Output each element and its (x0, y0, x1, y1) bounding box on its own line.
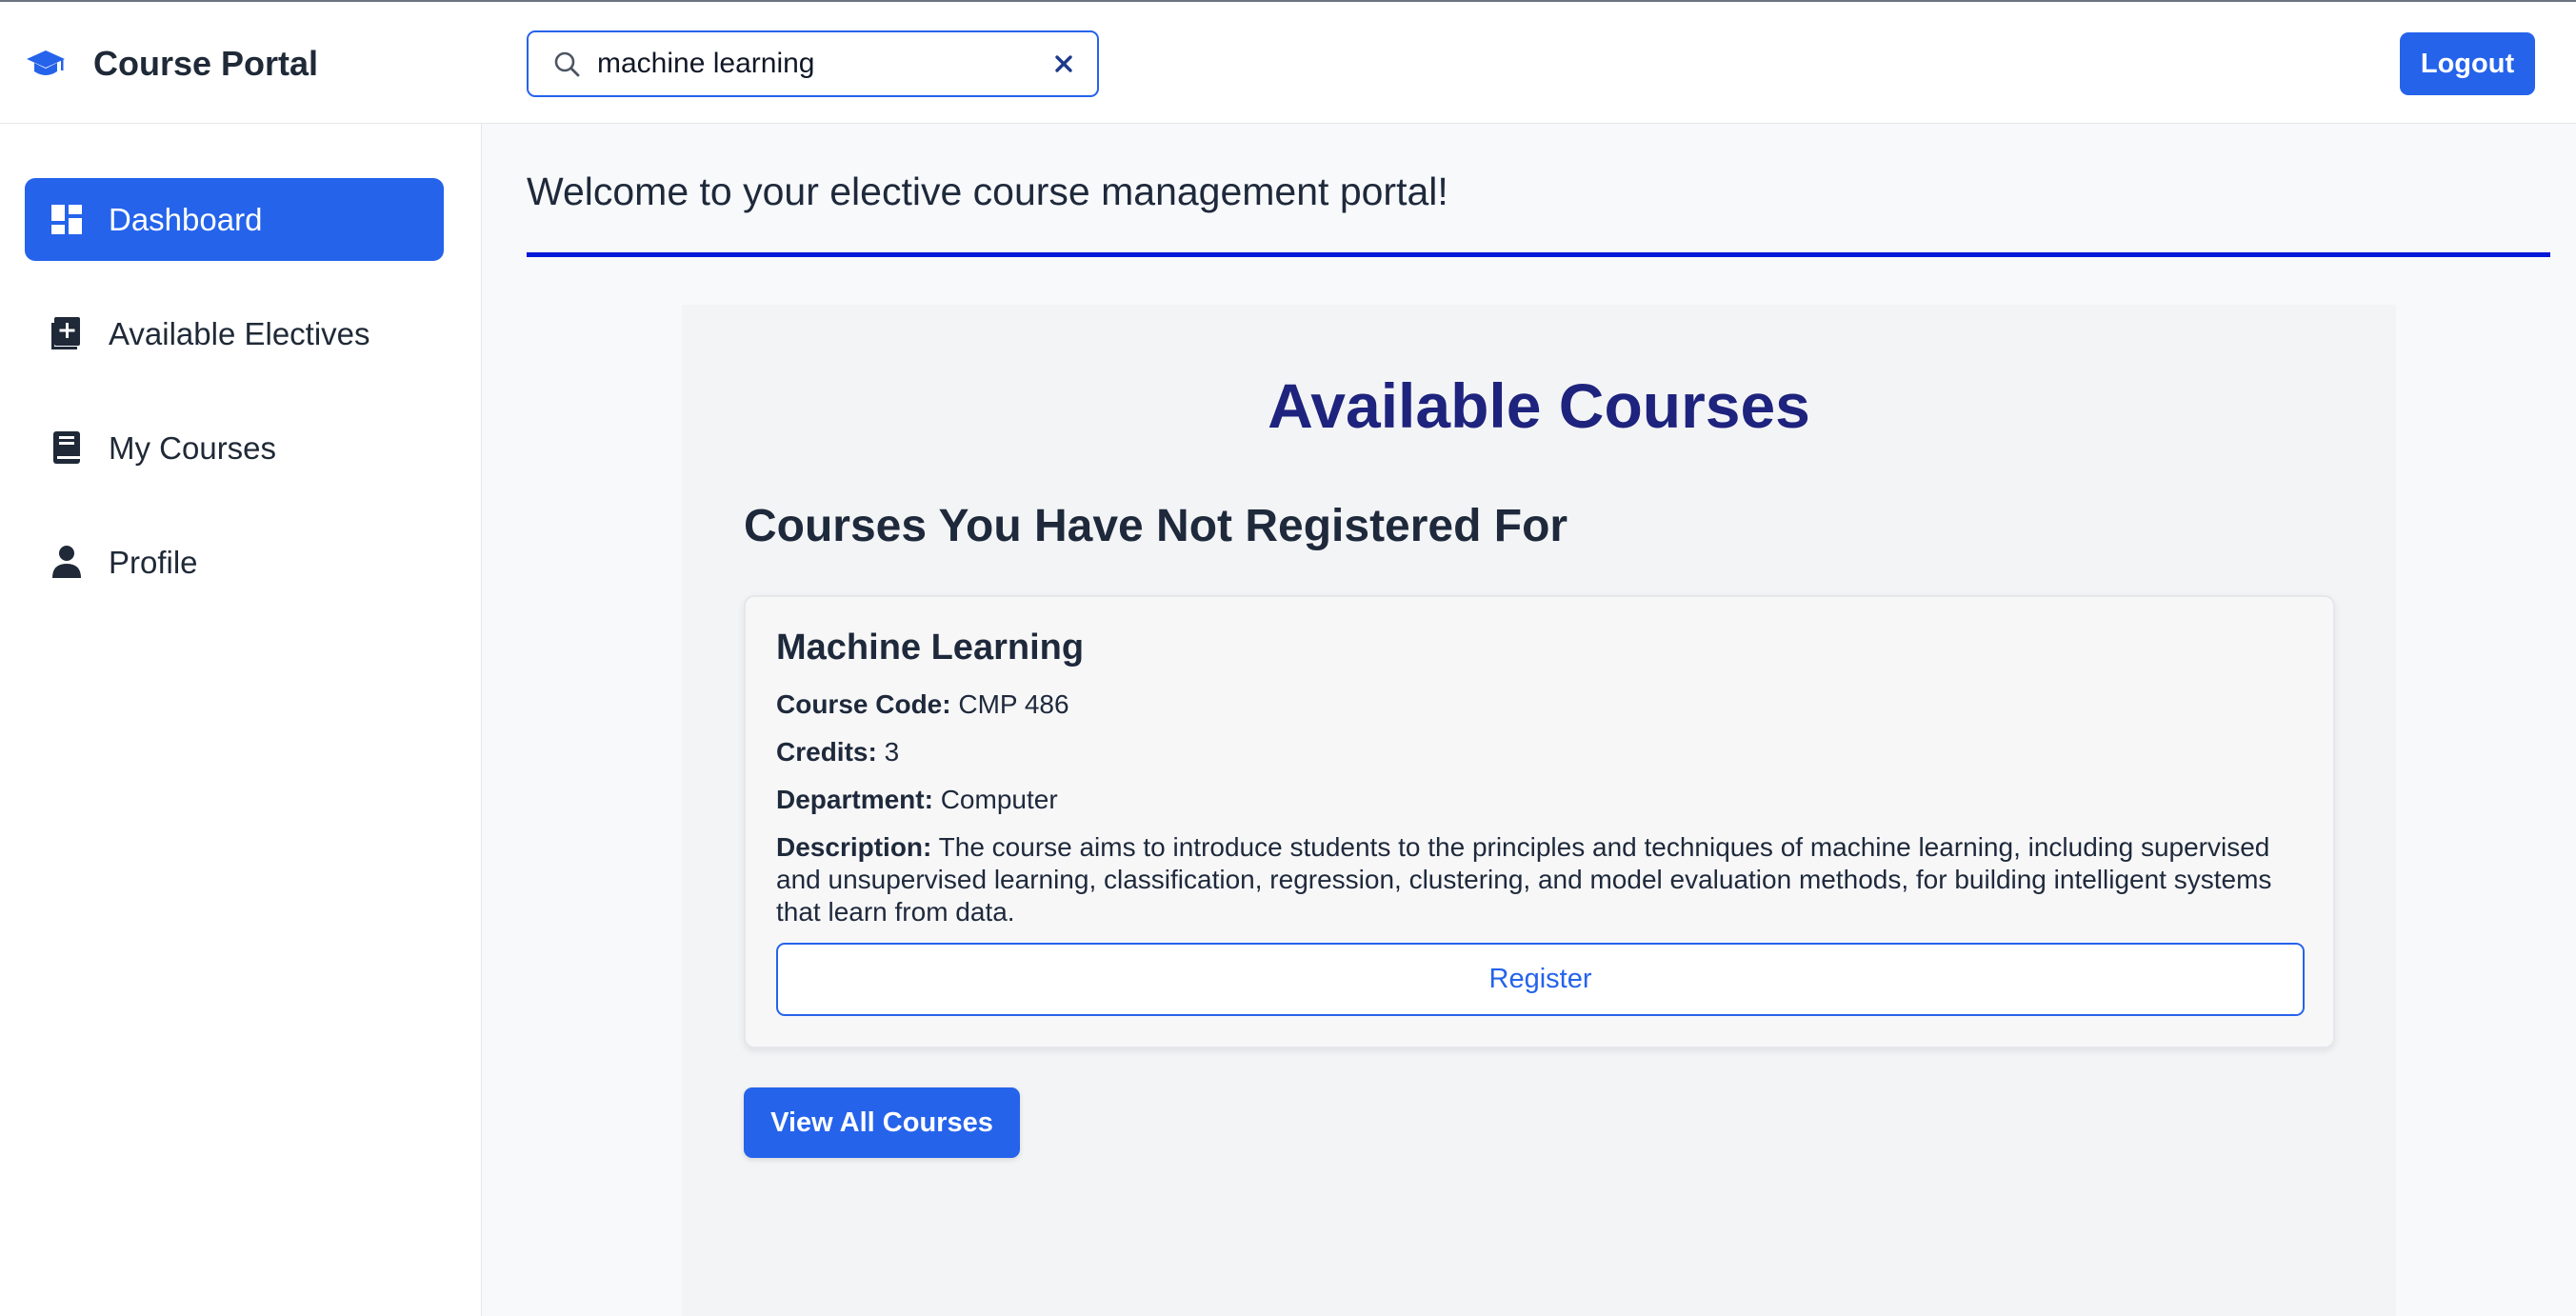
course-code: Course Code: CMP 486 (776, 688, 1069, 721)
sidebar-item-label: Profile (109, 544, 198, 580)
credits-label: Credits: (776, 737, 877, 767)
course-description: Description: The course aims to introduc… (776, 831, 2305, 928)
section-title: Courses You Have Not Registered For (744, 501, 1568, 551)
sidebar-item-label: Dashboard (109, 201, 263, 237)
brand-title: Course Portal (93, 44, 319, 83)
sidebar-item-label: Available Electives (109, 315, 370, 351)
sidebar-item-label: My Courses (109, 429, 277, 466)
top-bar: Course Portal Logout (0, 0, 2576, 124)
page-title: Available Courses (1268, 370, 1810, 441)
person-icon (50, 544, 84, 580)
add-book-icon (50, 315, 84, 351)
search-input[interactable] (597, 44, 997, 84)
view-all-courses-button[interactable]: View All Courses (744, 1087, 1020, 1158)
sidebar-item-profile[interactable]: Profile (25, 521, 444, 604)
course-code-value: CMP 486 (958, 689, 1069, 719)
register-button[interactable]: Register (776, 943, 2305, 1016)
course-department: Department: Computer (776, 784, 1058, 816)
close-icon[interactable] (1049, 50, 1078, 78)
welcome-text: Welcome to your elective course manageme… (527, 169, 1448, 213)
book-icon (50, 429, 84, 466)
description-label: Description: (776, 832, 932, 862)
brand[interactable]: Course Portal (27, 42, 318, 86)
search-icon (551, 49, 584, 81)
course-credits: Credits: 3 (776, 736, 899, 768)
description-value: The course aims to introduce students to… (776, 832, 2272, 927)
sidebar: Dashboard Available Electives My Courses (0, 124, 482, 1316)
sidebar-item-available-electives[interactable]: Available Electives (25, 292, 444, 375)
sidebar-item-dashboard[interactable]: Dashboard (25, 178, 444, 261)
search-box[interactable] (527, 30, 1099, 97)
divider (527, 252, 2550, 257)
department-value: Computer (940, 785, 1058, 814)
credits-value: 3 (884, 737, 900, 767)
dashboard-icon (50, 201, 84, 237)
courses-panel: Available Courses Courses You Have Not R… (682, 305, 2396, 1316)
course-code-label: Course Code: (776, 689, 951, 719)
sidebar-item-my-courses[interactable]: My Courses (25, 407, 444, 489)
graduation-cap-icon (27, 47, 69, 81)
logout-button[interactable]: Logout (2400, 32, 2535, 95)
course-title: Machine Learning (776, 628, 1085, 668)
department-label: Department: (776, 785, 933, 814)
course-card: Machine Learning Course Code: CMP 486 Cr… (744, 595, 2335, 1048)
